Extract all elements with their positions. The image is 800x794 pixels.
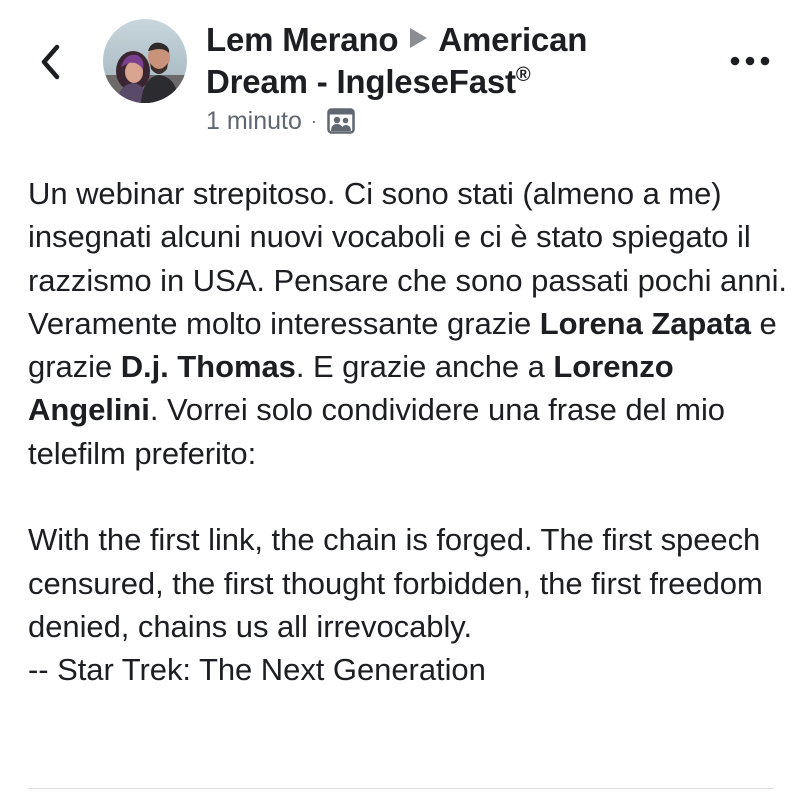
quote-attribution: -- Star Trek: The Next Generation [28, 652, 486, 688]
meta-separator: · [310, 110, 317, 131]
post-title: Lem Merano American Dream - IngleseFast® [206, 17, 676, 103]
mention-dj-thomas[interactable]: D.j. Thomas [121, 349, 296, 384]
divider [28, 788, 774, 789]
post-text: . E grazie anche a [295, 349, 554, 385]
author-name[interactable]: Lem Merano [206, 21, 399, 58]
play-arrow-icon [408, 17, 428, 59]
post-paragraph: Un webinar strepitoso. Ci sono stati (al… [28, 172, 788, 475]
more-horizontal-icon [730, 56, 770, 66]
group-icon [327, 108, 355, 134]
avatar[interactable] [103, 19, 187, 103]
post-meta: 1 minuto · [206, 104, 355, 138]
more-options-button[interactable] [728, 46, 772, 76]
back-button[interactable] [30, 40, 70, 84]
registered-mark: ® [515, 64, 531, 86]
mention-lorena-zapata[interactable]: Lorena Zapata [540, 306, 751, 341]
chevron-left-icon [41, 44, 60, 80]
post-header: Lem Merano American Dream - IngleseFast® … [0, 0, 800, 150]
quote-paragraph: With the first link, the chain is forged… [28, 522, 763, 644]
post-body: Un webinar strepitoso. Ci sono stati (al… [28, 172, 788, 692]
timestamp[interactable]: 1 minuto [206, 107, 302, 136]
